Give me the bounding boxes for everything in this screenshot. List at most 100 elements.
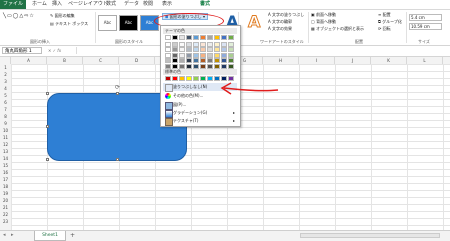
shape-gallery[interactable]: ╲ ▭ ◯ △ ⇨ ☆ <box>3 13 47 27</box>
theme-color-swatch[interactable] <box>200 58 206 63</box>
row-header[interactable]: 21 <box>0 204 11 211</box>
theme-color-swatch[interactable] <box>221 52 227 58</box>
row-header[interactable]: 22 <box>0 211 11 218</box>
row-header[interactable]: 5 <box>0 92 11 99</box>
theme-color-swatch[interactable] <box>172 58 178 63</box>
column-header[interactable]: K <box>371 57 407 64</box>
column-header[interactable]: J <box>335 57 371 64</box>
row-header[interactable]: 2 <box>0 71 11 78</box>
sheet-nav-left-icon[interactable]: ◂ <box>3 231 6 240</box>
theme-color-swatch[interactable] <box>207 47 213 52</box>
tab-view[interactable]: 表示 <box>162 1 172 8</box>
theme-color-swatch[interactable] <box>221 35 227 40</box>
theme-color-swatch[interactable] <box>228 63 234 69</box>
theme-color-swatch[interactable] <box>200 63 206 69</box>
formula-input[interactable] <box>76 47 449 54</box>
name-box[interactable]: 角丸四角形 1 <box>2 47 42 54</box>
row-header[interactable]: 9 <box>0 120 11 127</box>
resize-handle[interactable] <box>46 125 49 128</box>
theme-color-swatch[interactable] <box>179 35 185 40</box>
theme-color-swatch[interactable] <box>186 47 192 52</box>
theme-color-swatch[interactable] <box>172 63 178 69</box>
theme-color-swatch[interactable] <box>214 63 220 69</box>
standard-color-swatch[interactable] <box>172 76 178 81</box>
row-header[interactable]: 23 <box>0 218 11 225</box>
oval-shape-icon[interactable]: ◯ <box>13 13 19 27</box>
align-button[interactable]: ≡ 配置 <box>378 12 391 17</box>
wordart-style-orange[interactable]: A <box>247 12 260 31</box>
theme-color-swatch[interactable] <box>221 41 227 47</box>
row-header[interactable]: 17 <box>0 176 11 183</box>
theme-color-swatch[interactable] <box>207 63 213 69</box>
fx-icon[interactable]: fx <box>57 48 61 53</box>
text-effects-button[interactable]: A 文字の効果 <box>268 26 292 31</box>
line-shape-icon[interactable]: ╲ <box>3 13 6 27</box>
shape-height-field[interactable]: 5.4 cm <box>409 14 442 21</box>
theme-color-swatch[interactable] <box>165 47 171 52</box>
row-header[interactable]: 15 <box>0 162 11 169</box>
theme-color-swatch[interactable] <box>214 47 220 52</box>
picture-fill-item[interactable]: 図(P)... <box>163 101 237 110</box>
send-backward-button[interactable]: ▢ 背面へ移動 <box>311 19 336 24</box>
text-box-button[interactable]: ▤ テキスト ボックス <box>50 21 88 26</box>
row-header[interactable]: 8 <box>0 113 11 120</box>
theme-color-swatch[interactable] <box>165 58 171 63</box>
theme-color-swatch[interactable] <box>200 52 206 58</box>
theme-color-swatch[interactable] <box>179 58 185 63</box>
triangle-shape-icon[interactable]: △ <box>19 13 23 27</box>
tab-review[interactable]: 校閲 <box>143 1 153 8</box>
standard-color-swatch[interactable] <box>186 76 192 81</box>
row-header[interactable]: 12 <box>0 141 11 148</box>
theme-color-swatch[interactable] <box>172 47 178 52</box>
theme-color-swatch[interactable] <box>179 52 185 58</box>
theme-color-swatch[interactable] <box>193 47 199 52</box>
theme-color-swatch[interactable] <box>207 58 213 63</box>
resize-handle[interactable] <box>116 158 119 161</box>
column-header[interactable]: L <box>407 57 443 64</box>
theme-color-swatch[interactable] <box>179 47 185 52</box>
theme-color-swatch[interactable] <box>228 58 234 63</box>
shape-style-white[interactable]: Abc <box>98 15 117 31</box>
column-header[interactable]: I <box>299 57 335 64</box>
row-header[interactable]: 13 <box>0 148 11 155</box>
tab-data[interactable]: データ <box>124 1 139 8</box>
theme-color-swatch[interactable] <box>228 52 234 58</box>
resize-handle[interactable] <box>116 92 119 95</box>
arrow-shape-icon[interactable]: ⇨ <box>24 13 28 27</box>
row-header[interactable]: 18 <box>0 183 11 190</box>
theme-color-swatch[interactable] <box>186 52 192 58</box>
row-header[interactable]: 20 <box>0 197 11 204</box>
standard-color-swatch[interactable] <box>193 76 199 81</box>
select-all-corner[interactable] <box>0 57 11 64</box>
theme-color-swatch[interactable] <box>207 41 213 47</box>
selection-pane-button[interactable]: ▦ オブジェクトの選択と表示 <box>311 26 364 31</box>
rotate-button[interactable]: ⟳ 回転 <box>378 26 391 31</box>
theme-color-swatch[interactable] <box>172 41 178 47</box>
theme-color-swatch[interactable] <box>186 41 192 47</box>
theme-color-swatch[interactable] <box>179 63 185 69</box>
row-header[interactable]: 7 <box>0 106 11 113</box>
theme-color-swatch[interactable] <box>221 47 227 52</box>
rotate-handle-icon[interactable]: ⟳ <box>115 85 120 91</box>
group-button[interactable]: ⧉ グループ化 <box>378 19 402 24</box>
text-outline-button[interactable]: A 文字の輪郭 <box>268 19 292 24</box>
row-header[interactable]: 10 <box>0 127 11 134</box>
tab-file[interactable]: ファイル <box>0 0 26 9</box>
resize-handle[interactable] <box>46 158 49 161</box>
standard-color-swatch[interactable] <box>179 76 185 81</box>
theme-color-swatch[interactable] <box>179 41 185 47</box>
add-sheet-icon[interactable]: + <box>70 231 75 240</box>
row-header[interactable]: 14 <box>0 155 11 162</box>
tab-page-layout[interactable]: ページレイアウト <box>68 1 108 8</box>
star-shape-icon[interactable]: ☆ <box>29 13 33 27</box>
theme-color-swatch[interactable] <box>172 52 178 58</box>
theme-color-swatch[interactable] <box>207 35 213 40</box>
horizontal-scrollbar[interactable] <box>300 233 440 238</box>
theme-color-swatch[interactable] <box>193 35 199 40</box>
theme-color-swatch[interactable] <box>165 52 171 58</box>
column-header[interactable]: B <box>47 57 83 64</box>
theme-color-swatch[interactable] <box>228 41 234 47</box>
theme-color-swatch[interactable] <box>165 35 171 40</box>
theme-color-swatch[interactable] <box>186 35 192 40</box>
theme-color-swatch[interactable] <box>214 41 220 47</box>
